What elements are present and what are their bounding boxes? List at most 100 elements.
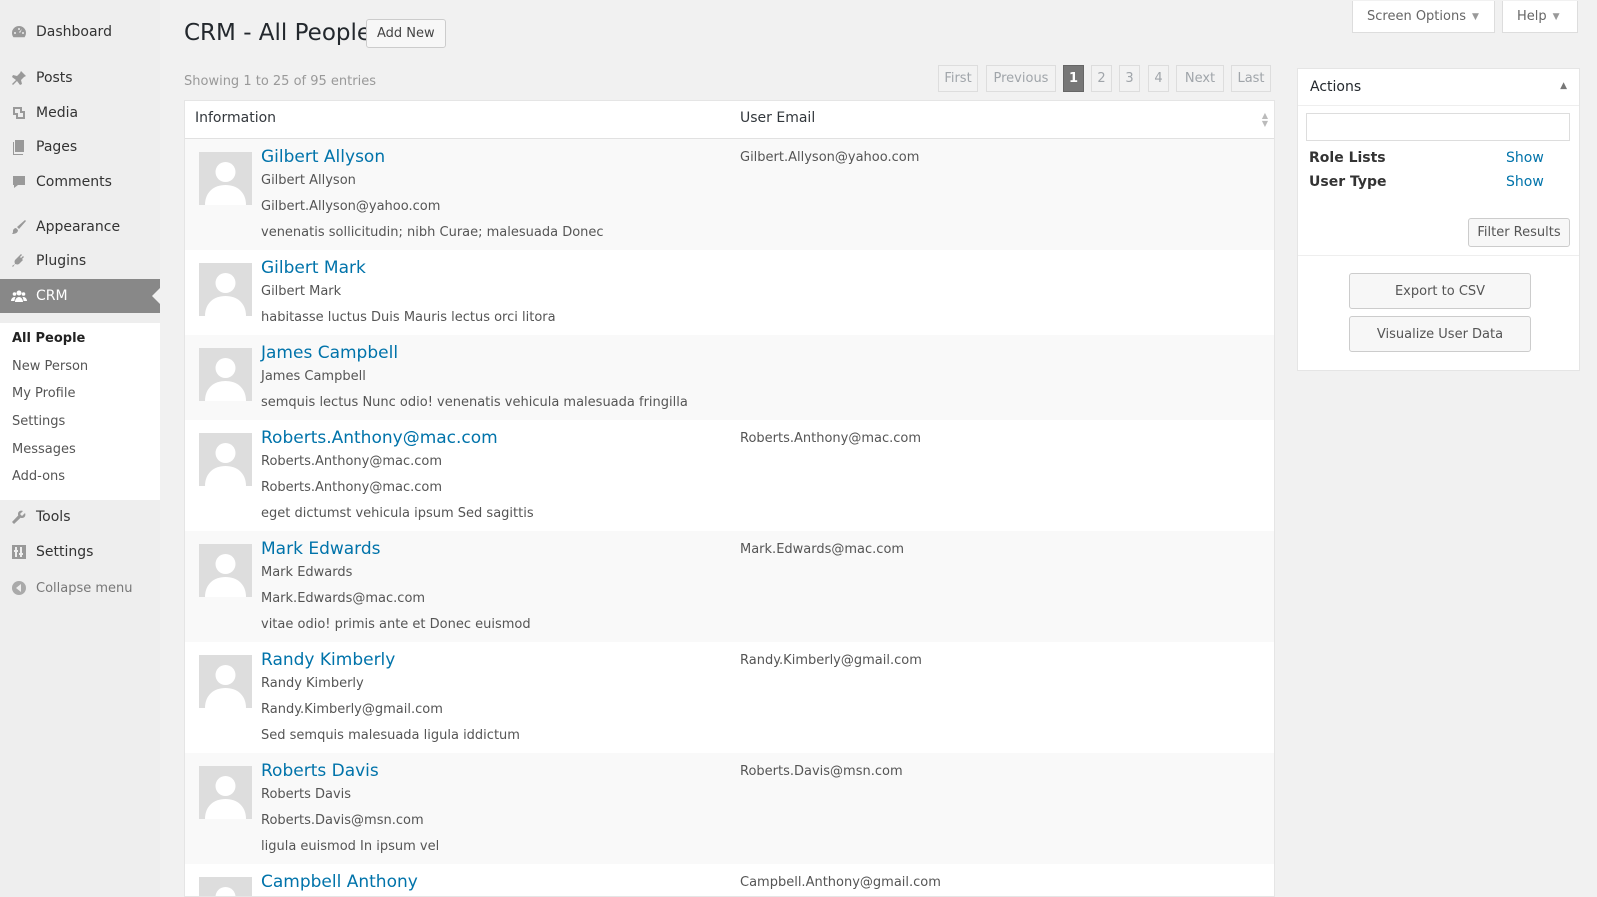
screen-options-button[interactable]: Screen Options ▼	[1352, 1, 1495, 33]
avatar	[199, 544, 252, 597]
user-email-cell: Gilbert.Allyson@yahoo.com	[740, 150, 920, 165]
filter-label-role-lists: Role Lists	[1309, 150, 1386, 166]
brush-icon	[10, 218, 28, 236]
help-button[interactable]: Help ▼	[1502, 1, 1578, 33]
visualize-user-data-button[interactable]: Visualize User Data	[1349, 316, 1531, 352]
sidebar-item-label: Appearance	[36, 219, 121, 235]
submenu-messages[interactable]: Messages	[12, 442, 76, 457]
person-info-line: Randy.Kimberly@gmail.com	[261, 702, 443, 717]
person-info-line: eget dictumst vehicula ipsum Sed sagitti…	[261, 506, 534, 521]
person-info-line: semquis lectus Nunc odio! venenatis vehi…	[261, 395, 688, 410]
sidebar-item-media[interactable]: Media	[0, 96, 160, 130]
page-last-button[interactable]: Last	[1231, 65, 1271, 92]
page-3-button[interactable]: 3	[1119, 65, 1140, 92]
user-email-cell: Campbell.Anthony@gmail.com	[740, 875, 941, 890]
person-info-line: ligula euismod In ipsum vel	[261, 839, 440, 854]
sidebar-item-appearance[interactable]: Appearance	[0, 210, 160, 244]
user-email-cell: Roberts.Davis@msn.com	[740, 764, 903, 779]
table-row: Roberts.Anthony@mac.com Roberts.Anthony@m…	[185, 420, 1274, 531]
admin-sidebar: Dashboard Posts Media Pages Comments App…	[0, 0, 160, 897]
person-info-line: Roberts.Davis@msn.com	[261, 813, 424, 828]
person-info-line: vitae odio! primis ante et Donec euismod	[261, 617, 531, 632]
avatar	[199, 877, 252, 896]
avatar	[199, 655, 252, 708]
avatar	[199, 433, 252, 486]
table-row: Randy Kimberly Randy Kimberly Randy.Kimber…	[185, 642, 1274, 753]
submenu-settings[interactable]: Settings	[12, 414, 65, 429]
sidebar-item-pages[interactable]: Pages	[0, 130, 160, 164]
divider	[1298, 255, 1579, 256]
submenu-all-people[interactable]: All People	[12, 331, 85, 346]
sidebar-item-label: Media	[36, 105, 79, 121]
person-name-link[interactable]: Campbell Anthony	[261, 872, 418, 892]
sidebar-item-settings[interactable]: Settings	[0, 535, 160, 569]
avatar	[199, 348, 252, 401]
table-row: Roberts Davis Roberts Davis Roberts.Davis@…	[185, 753, 1274, 864]
table-row: Mark Edwards Mark Edwards Mark.Edwards@mac…	[185, 531, 1274, 642]
sidebar-item-tools[interactable]: Tools	[0, 500, 160, 534]
sidebar-item-dashboard[interactable]: Dashboard	[0, 15, 160, 49]
submenu-new-person[interactable]: New Person	[12, 359, 88, 374]
export-csv-button[interactable]: Export to CSV	[1349, 273, 1531, 309]
table-row: Campbell Anthony Campbell.Anthony@gmail.c…	[185, 864, 1274, 896]
collapse-arrow-icon[interactable]: ▲	[1560, 81, 1567, 91]
collapse-label: Collapse menu	[36, 580, 133, 596]
page-first-button[interactable]: First	[938, 65, 978, 92]
wrench-icon	[10, 508, 28, 526]
sidebar-item-crm[interactable]: CRM	[0, 279, 160, 313]
role-lists-show-link[interactable]: Show	[1506, 150, 1544, 166]
user-type-show-link[interactable]: Show	[1506, 174, 1544, 190]
person-name-link[interactable]: Gilbert Mark	[261, 258, 366, 278]
page-4-button[interactable]: 4	[1148, 65, 1169, 92]
comment-icon	[10, 173, 28, 191]
sidebar-item-label: Comments	[36, 174, 112, 190]
crm-submenu: All People New Person My Profile Setting…	[0, 323, 160, 500]
sidebar-item-plugins[interactable]: Plugins	[0, 244, 160, 278]
sliders-icon	[10, 543, 28, 561]
caret-down-icon: ▼	[1472, 11, 1479, 22]
table-row: Gilbert Mark Gilbert Mark habitasse luctus…	[185, 250, 1274, 335]
sidebar-item-label: CRM	[36, 288, 68, 304]
table-header: Information User Email ▲ ▼	[185, 101, 1274, 139]
column-header-information[interactable]: Information	[195, 110, 276, 126]
collapse-menu-button[interactable]: Collapse menu	[0, 571, 160, 605]
sort-icon[interactable]: ▲ ▼	[1262, 112, 1268, 128]
table-row: Gilbert Allyson Gilbert Allyson Gilbert.Al…	[185, 139, 1274, 250]
entries-info: Showing 1 to 25 of 95 entries	[184, 74, 376, 89]
sidebar-item-label: Tools	[36, 509, 71, 525]
sidebar-item-label: Dashboard	[36, 24, 112, 40]
sidebar-item-label: Settings	[36, 544, 94, 560]
filter-results-button[interactable]: Filter Results	[1468, 218, 1570, 247]
person-name-link[interactable]: Randy Kimberly	[261, 650, 395, 670]
person-info-line: Mark Edwards	[261, 565, 353, 580]
submenu-add-ons[interactable]: Add-ons	[12, 469, 65, 484]
actions-title: Actions	[1310, 79, 1362, 95]
avatar	[199, 263, 252, 316]
sidebar-item-comments[interactable]: Comments	[0, 165, 160, 199]
person-name-link[interactable]: Gilbert Allyson	[261, 147, 385, 167]
person-info-line: Gilbert.Allyson@yahoo.com	[261, 199, 441, 214]
page-previous-button[interactable]: Previous	[986, 65, 1056, 92]
page-next-button[interactable]: Next	[1176, 65, 1224, 92]
page-2-button[interactable]: 2	[1091, 65, 1112, 92]
person-name-link[interactable]: Mark Edwards	[261, 539, 381, 559]
add-new-button[interactable]: Add New	[366, 19, 446, 48]
person-name-link[interactable]: Roberts.Anthony@mac.com	[261, 428, 498, 448]
user-email-cell: Randy.Kimberly@gmail.com	[740, 653, 922, 668]
person-info-line: Sed semquis malesuada ligula iddictum	[261, 728, 520, 743]
pages-icon	[10, 138, 28, 156]
person-info-line: Gilbert Mark	[261, 284, 342, 299]
sidebar-item-posts[interactable]: Posts	[0, 61, 160, 95]
table-body: Gilbert Allyson Gilbert Allyson Gilbert.Al…	[185, 139, 1274, 896]
person-info-line: Roberts Davis	[261, 787, 352, 802]
help-label: Help	[1517, 9, 1547, 24]
actions-search-input[interactable]	[1306, 113, 1570, 141]
person-name-link[interactable]: James Campbell	[261, 343, 398, 363]
filter-label-user-type: User Type	[1309, 174, 1387, 190]
submenu-my-profile[interactable]: My Profile	[12, 386, 75, 401]
actions-header: Actions ▲	[1298, 69, 1579, 106]
page-1-button[interactable]: 1	[1063, 65, 1084, 92]
column-header-user-email[interactable]: User Email	[740, 110, 815, 126]
person-name-link[interactable]: Roberts Davis	[261, 761, 379, 781]
table-row: James Campbell James Campbell semquis lect…	[185, 335, 1274, 420]
